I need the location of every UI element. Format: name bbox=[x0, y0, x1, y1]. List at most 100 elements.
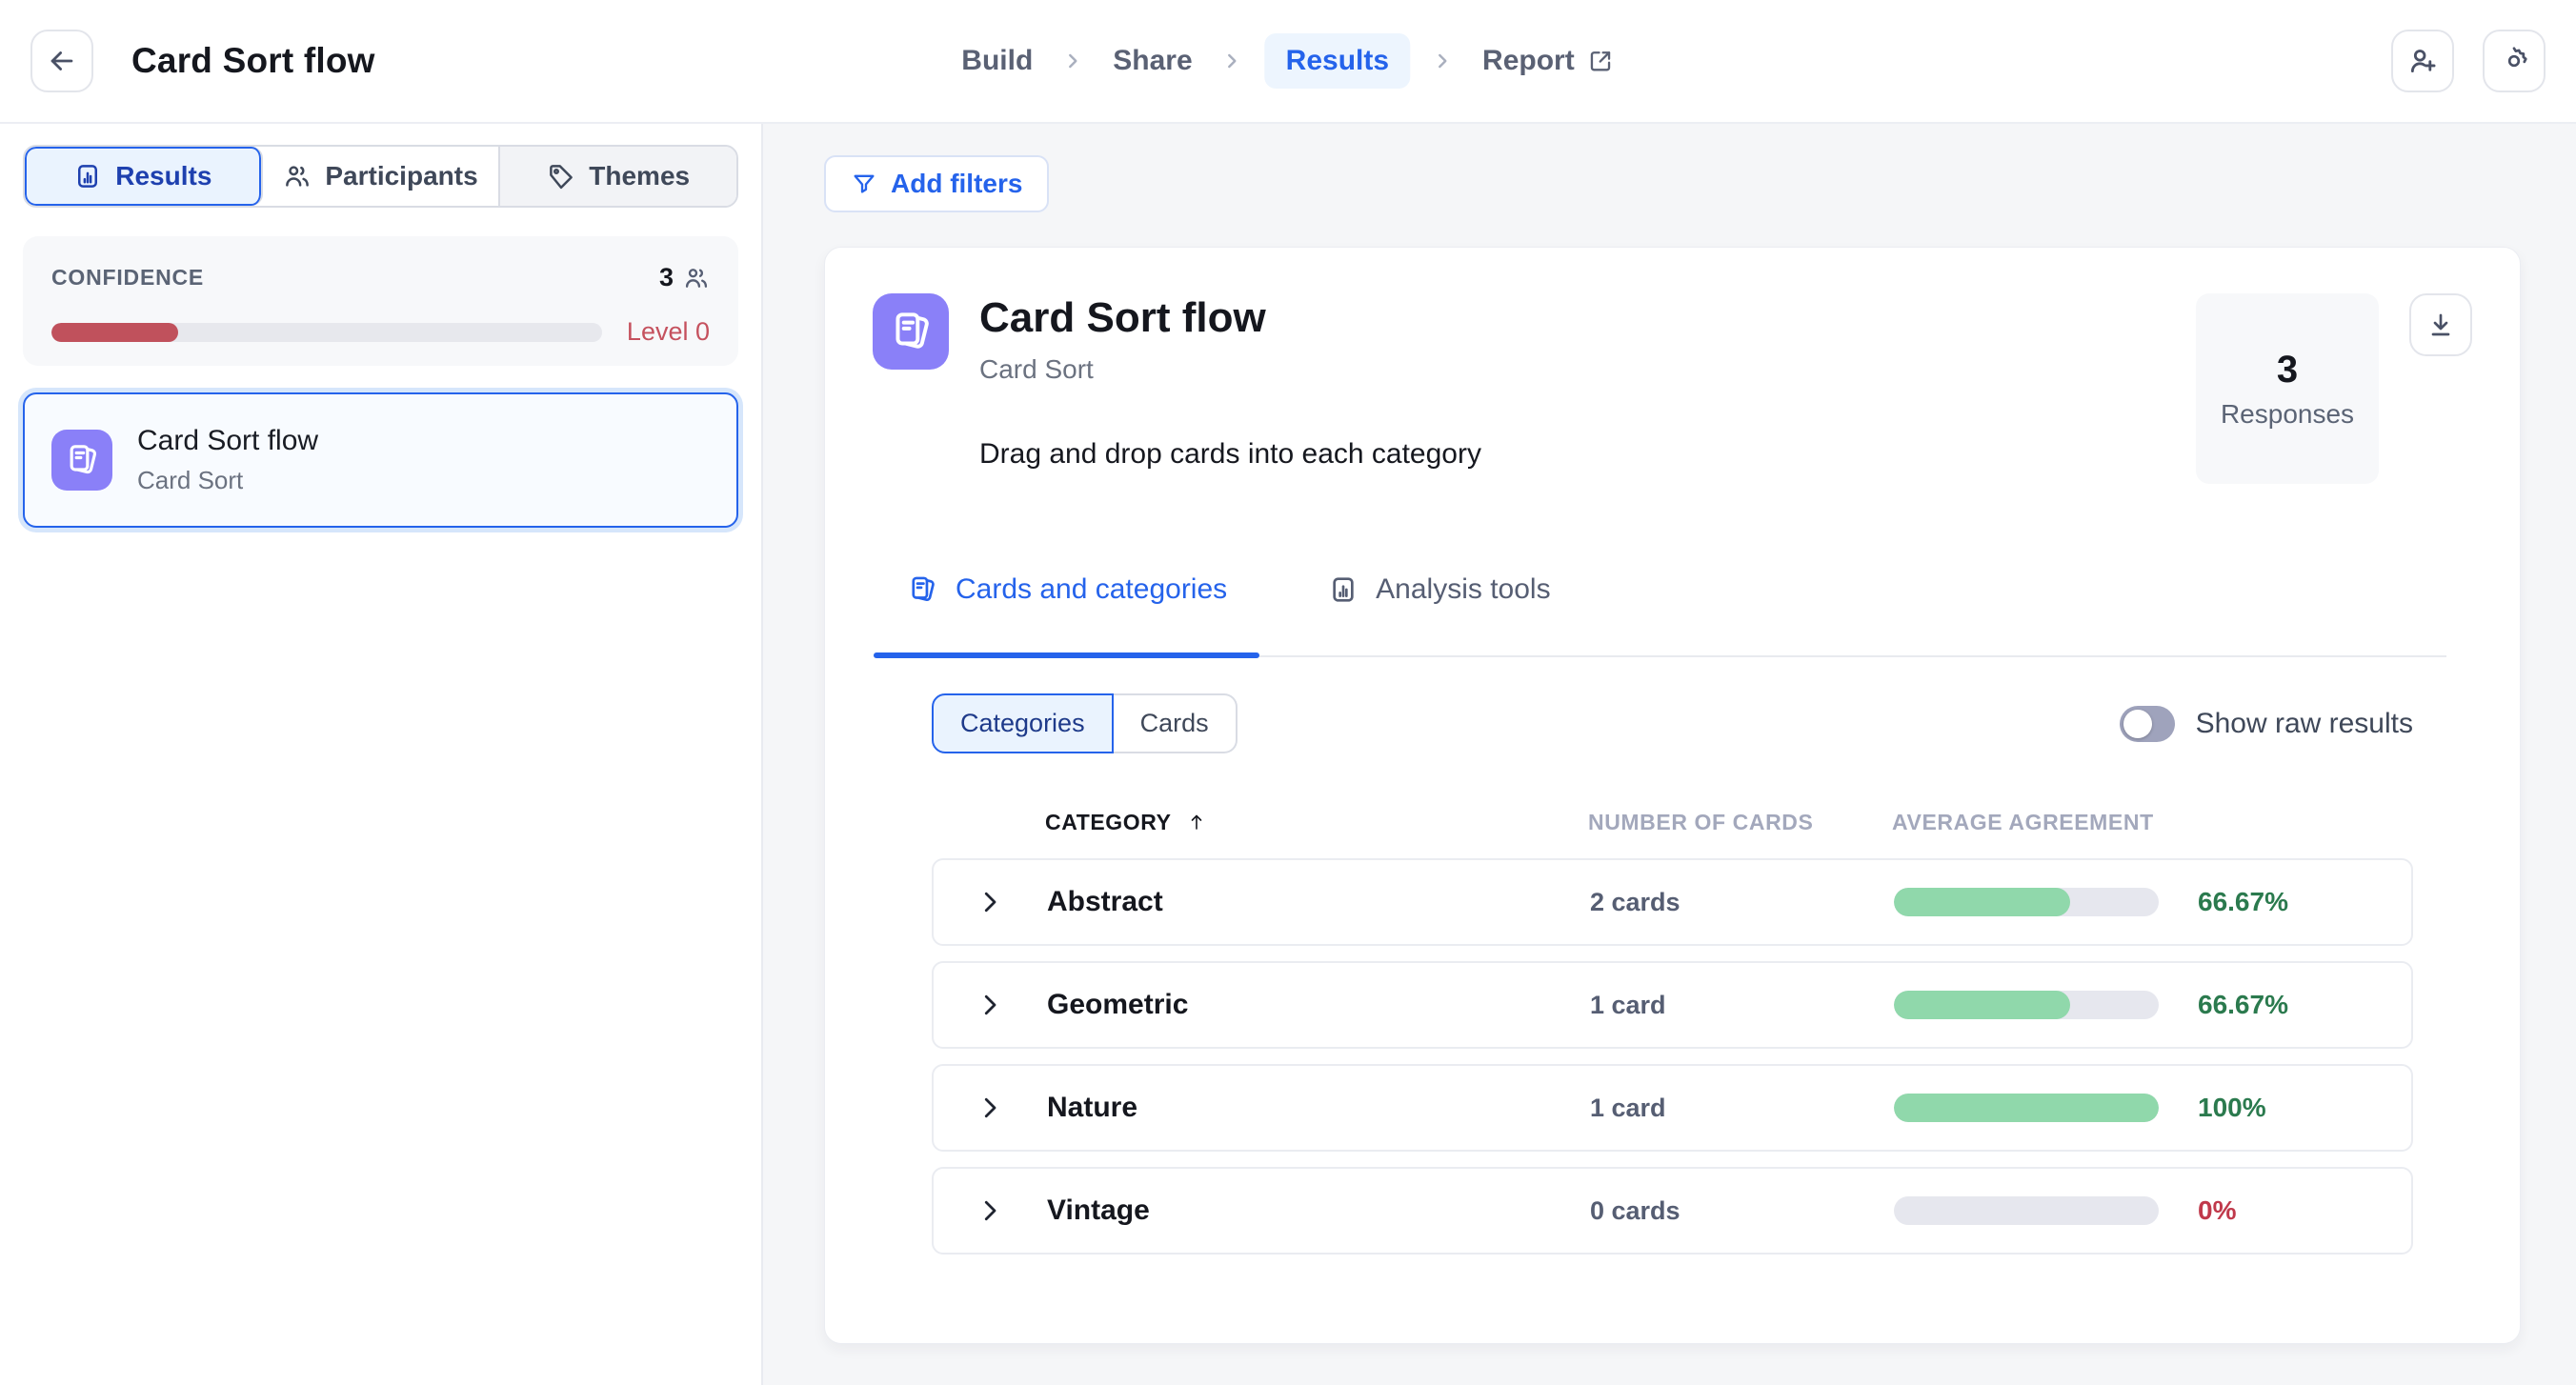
table-row-nature[interactable]: Nature 1 card 100% bbox=[932, 1064, 2413, 1152]
tab-analysis-tools[interactable]: Analysis tools bbox=[1296, 564, 1582, 655]
results-tab-bar: Cards and categories Analysis tools bbox=[874, 564, 2446, 657]
column-average-agreement[interactable]: AVERAGE AGREEMENT bbox=[1892, 810, 2413, 835]
confidence-participant-count: 3 bbox=[659, 263, 710, 292]
table-header-row: CATEGORY NUMBER OF CARDS AVERAGE AGREEME… bbox=[932, 801, 2413, 843]
show-raw-results-label: Show raw results bbox=[2196, 708, 2413, 740]
study-type: Card Sort bbox=[979, 354, 1481, 385]
invite-user-button[interactable] bbox=[2391, 30, 2454, 92]
agreement-bar-fill bbox=[1894, 991, 2070, 1019]
breadcrumb-report-label: Report bbox=[1482, 45, 1575, 77]
tag-icon bbox=[547, 162, 575, 191]
sidebar-tab-themes[interactable]: Themes bbox=[500, 147, 736, 206]
study-description: Drag and drop cards into each category bbox=[979, 438, 1481, 471]
agreement-percent: 100% bbox=[2179, 1093, 2411, 1123]
toggle-switch[interactable] bbox=[2120, 706, 2175, 742]
table-row-vintage[interactable]: Vintage 0 cards 0% bbox=[932, 1167, 2413, 1255]
filter-funnel-icon bbox=[851, 171, 877, 197]
responses-label: Responses bbox=[2221, 399, 2354, 430]
confidence-progress-fill bbox=[51, 323, 178, 342]
sidebar-tab-participants-label: Participants bbox=[325, 161, 477, 191]
confidence-count-value: 3 bbox=[659, 263, 674, 292]
expand-chevron-icon[interactable] bbox=[976, 1196, 1047, 1225]
chevron-right-icon bbox=[1221, 50, 1244, 72]
sort-ascending-icon bbox=[1185, 811, 1208, 833]
responses-box: 3 Responses bbox=[2196, 293, 2379, 484]
back-button[interactable] bbox=[30, 30, 93, 92]
settings-button[interactable] bbox=[2483, 30, 2546, 92]
breadcrumb: Build Share Results Report bbox=[954, 33, 1621, 89]
category-name: Abstract bbox=[1047, 886, 1590, 918]
table-row-geometric[interactable]: Geometric 1 card 66.67% bbox=[932, 961, 2413, 1049]
agreement-bar-track bbox=[1894, 1094, 2159, 1122]
card-sort-icon bbox=[51, 430, 112, 491]
breadcrumb-report[interactable]: Report bbox=[1475, 33, 1622, 89]
category-name: Geometric bbox=[1047, 989, 1590, 1021]
breadcrumb-share[interactable]: Share bbox=[1105, 33, 1199, 89]
external-link-icon bbox=[1588, 48, 1615, 74]
sidebar-item-subtitle: Card Sort bbox=[137, 466, 318, 495]
confidence-level-label: Level 0 bbox=[627, 317, 710, 347]
agreement-bar-fill bbox=[1894, 888, 2070, 916]
sidebar-tab-participants[interactable]: Participants bbox=[263, 147, 501, 206]
header-actions bbox=[2391, 30, 2546, 92]
category-card-count: 1 card bbox=[1590, 991, 1894, 1020]
gear-icon bbox=[2497, 44, 2531, 78]
agreement-percent: 66.67% bbox=[2179, 887, 2411, 917]
category-card-count: 1 card bbox=[1590, 1094, 1894, 1123]
column-category-label: CATEGORY bbox=[1045, 810, 1172, 835]
download-button[interactable] bbox=[2409, 293, 2472, 356]
agreement-bar-track bbox=[1894, 1196, 2159, 1225]
expand-chevron-icon[interactable] bbox=[976, 888, 1047, 916]
study-header: Card Sort flow Card Sort Drag and drop c… bbox=[825, 248, 2520, 484]
agreement-percent: 66.67% bbox=[2179, 990, 2411, 1020]
categories-table: CATEGORY NUMBER OF CARDS AVERAGE AGREEME… bbox=[932, 801, 2413, 1255]
chart-frame-icon bbox=[1328, 574, 1358, 605]
study-title: Card Sort flow bbox=[979, 293, 1481, 343]
sidebar-tab-themes-label: Themes bbox=[589, 161, 690, 191]
confidence-card: CONFIDENCE 3 Level 0 bbox=[23, 236, 738, 366]
category-card-count: 0 cards bbox=[1590, 1196, 1894, 1226]
agreement-bar-fill bbox=[1894, 1094, 2159, 1122]
person-add-icon bbox=[2406, 45, 2439, 77]
people-icon bbox=[683, 265, 710, 291]
chevron-right-icon bbox=[1431, 50, 1454, 72]
tab-analysis-tools-label: Analysis tools bbox=[1376, 573, 1550, 606]
people-icon bbox=[283, 162, 312, 191]
confidence-progress-track bbox=[51, 323, 602, 342]
study-header-text: Card Sort flow Card Sort Drag and drop c… bbox=[979, 293, 1481, 484]
view-toggle-categories[interactable]: Categories bbox=[932, 693, 1114, 753]
show-raw-results-toggle[interactable]: Show raw results bbox=[2120, 706, 2413, 742]
expand-chevron-icon[interactable] bbox=[976, 1094, 1047, 1122]
view-toggle-cards[interactable]: Cards bbox=[1114, 693, 1238, 753]
category-card-count: 2 cards bbox=[1590, 888, 1894, 917]
page-title: Card Sort flow bbox=[131, 41, 375, 81]
table-row-abstract[interactable]: Abstract 2 cards 66.67% bbox=[932, 858, 2413, 946]
column-number-of-cards[interactable]: NUMBER OF CARDS bbox=[1588, 810, 1892, 835]
tab-cards-and-categories-label: Cards and categories bbox=[956, 573, 1227, 606]
add-filters-label: Add filters bbox=[891, 169, 1022, 199]
sidebar-item-card-sort-flow[interactable]: Card Sort flow Card Sort bbox=[23, 392, 738, 528]
card-sort-icon bbox=[906, 573, 938, 606]
agreement-bar-track bbox=[1894, 991, 2159, 1019]
add-filters-button[interactable]: Add filters bbox=[824, 155, 1049, 212]
table-controls: Categories Cards Show raw results bbox=[932, 693, 2413, 753]
sidebar-tab-results[interactable]: Results bbox=[25, 147, 263, 206]
category-name: Nature bbox=[1047, 1092, 1590, 1124]
chevron-right-icon bbox=[1061, 50, 1084, 72]
tab-cards-and-categories[interactable]: Cards and categories bbox=[874, 564, 1259, 655]
confidence-label: CONFIDENCE bbox=[51, 265, 204, 291]
toggle-knob bbox=[2123, 710, 2152, 738]
sidebar-item-title: Card Sort flow bbox=[137, 425, 318, 457]
arrow-left-icon bbox=[46, 45, 78, 77]
download-icon bbox=[2425, 310, 2456, 340]
agreement-bar-track bbox=[1894, 888, 2159, 916]
study-results-card: Card Sort flow Card Sort Drag and drop c… bbox=[824, 247, 2521, 1344]
breadcrumb-build[interactable]: Build bbox=[954, 33, 1040, 89]
column-category[interactable]: CATEGORY bbox=[1045, 810, 1588, 835]
responses-count: 3 bbox=[2277, 349, 2298, 391]
sidebar-item-text: Card Sort flow Card Sort bbox=[137, 425, 318, 495]
sidebar-tab-results-label: Results bbox=[115, 161, 211, 191]
expand-chevron-icon[interactable] bbox=[976, 991, 1047, 1019]
view-toggle: Categories Cards bbox=[932, 693, 1238, 753]
breadcrumb-results[interactable]: Results bbox=[1265, 33, 1410, 89]
